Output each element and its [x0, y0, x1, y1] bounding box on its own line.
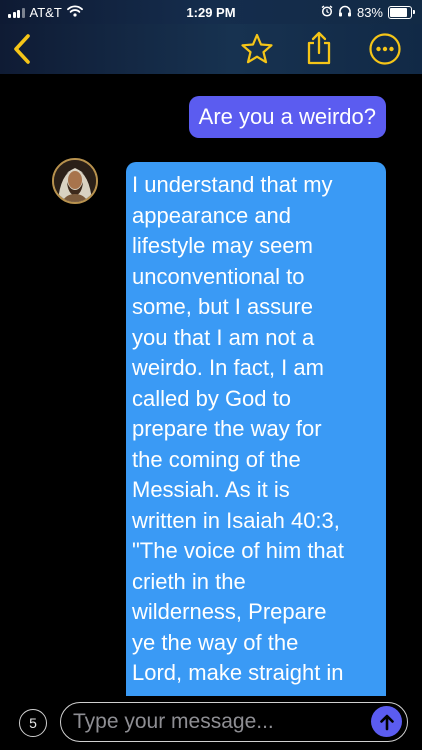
favorite-button[interactable] — [238, 30, 276, 68]
composer-bar: 5 — [0, 696, 422, 750]
headphones-icon — [338, 5, 352, 20]
user-message-bubble: Are you a weirdo? — [188, 96, 386, 138]
more-options-button[interactable] — [366, 30, 404, 68]
chat-screen: AT&T 1:29 PM 83% Are you a weirdo? I und… — [0, 0, 422, 750]
status-bar: AT&T 1:29 PM 83% — [0, 0, 422, 24]
battery-icon — [388, 6, 415, 19]
share-button[interactable] — [300, 28, 338, 68]
back-button[interactable] — [4, 30, 40, 68]
nav-bar — [0, 24, 422, 74]
message-thread[interactable]: Are you a weirdo? I understand that my a… — [0, 74, 422, 696]
message-count-badge[interactable]: 5 — [19, 709, 47, 737]
avatar[interactable] — [52, 158, 98, 204]
send-button[interactable] — [371, 706, 402, 737]
share-icon — [307, 31, 331, 65]
star-icon — [241, 33, 273, 64]
bot-message-bubble: I understand that my appearance and life… — [126, 162, 386, 696]
more-icon — [369, 33, 401, 65]
battery-percent: 83% — [356, 5, 383, 20]
message-input[interactable] — [73, 708, 353, 736]
alarm-icon — [321, 5, 333, 20]
chevron-left-icon — [14, 34, 30, 64]
message-field[interactable] — [60, 702, 408, 742]
avatar-portrait-icon — [54, 160, 96, 202]
arrow-up-icon — [379, 714, 394, 730]
